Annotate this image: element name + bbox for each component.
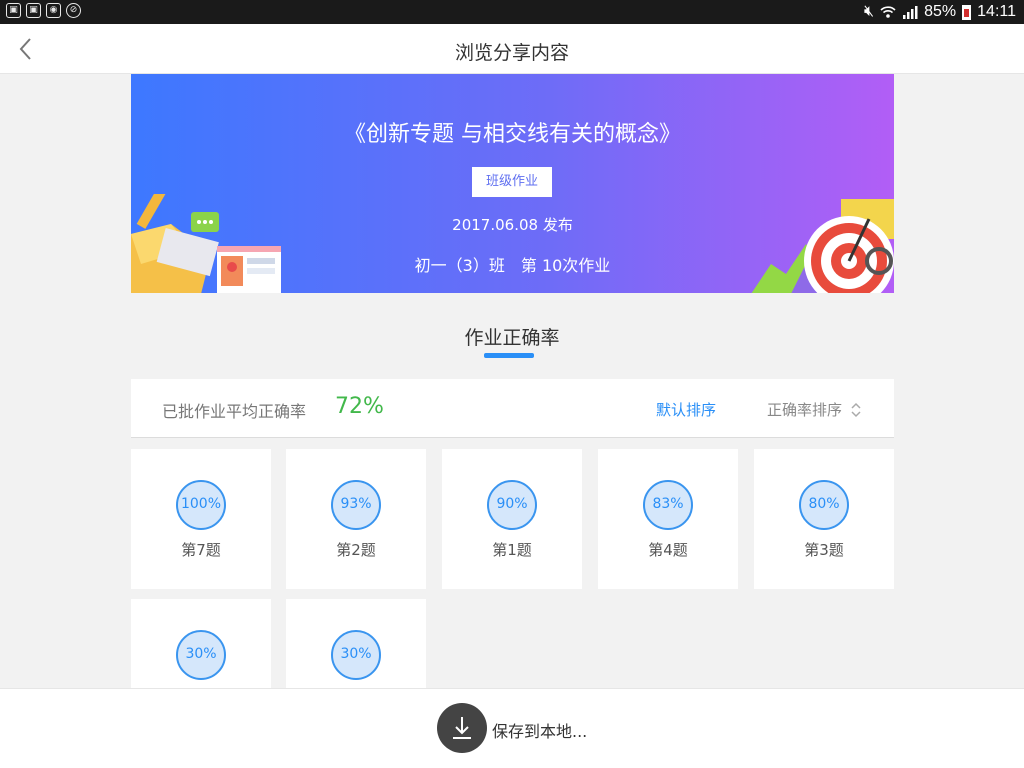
accuracy-circle: 100% bbox=[176, 480, 226, 530]
section-underline bbox=[484, 353, 534, 358]
question-card[interactable]: 80% 第3题 bbox=[754, 449, 894, 589]
accuracy-circle: 30% bbox=[331, 630, 381, 680]
question-label: 第2题 bbox=[336, 541, 376, 559]
gallery-icon: ▣ bbox=[26, 3, 41, 18]
summary-bar: 已批作业平均正确率 72% 默认排序 正确率排序 bbox=[131, 379, 894, 438]
status-time: 14:11 bbox=[977, 3, 1016, 20]
app-header: 浏览分享内容 bbox=[0, 24, 1024, 74]
blocked-icon: ⊘ bbox=[66, 3, 81, 18]
question-label: 第4题 bbox=[648, 541, 688, 559]
save-button[interactable] bbox=[437, 703, 487, 753]
accuracy-circle: 83% bbox=[643, 480, 693, 530]
download-icon bbox=[453, 717, 471, 739]
question-label: 第7题 bbox=[181, 541, 221, 559]
gallery-icon: ▣ bbox=[6, 3, 21, 18]
average-accuracy-label: 已批作业平均正确率 bbox=[162, 402, 307, 421]
question-card[interactable]: 93% 第2题 bbox=[286, 449, 426, 589]
accuracy-circle: 30% bbox=[176, 630, 226, 680]
question-card[interactable]: 100% 第7题 bbox=[131, 449, 271, 589]
assignment-title: 《创新专题 与相交线有关的概念》 bbox=[344, 122, 681, 147]
mute-icon: 🔇︎ bbox=[864, 3, 875, 20]
question-card[interactable]: 90% 第1题 bbox=[442, 449, 582, 589]
page-title: 浏览分享内容 bbox=[454, 42, 569, 64]
assignment-tag: 班级作业 bbox=[472, 167, 552, 197]
wifi-icon bbox=[880, 6, 896, 18]
save-label[interactable]: 保存到本地... bbox=[492, 718, 587, 742]
sort-default-button[interactable]: 默认排序 bbox=[656, 399, 716, 420]
battery-percent: 85% bbox=[924, 3, 957, 20]
battery-icon bbox=[962, 4, 972, 20]
banner-illustration-left bbox=[131, 194, 281, 293]
question-label: 第1题 bbox=[492, 541, 532, 559]
accuracy-circle: 80% bbox=[799, 480, 849, 530]
status-bar: ▣ ▣ ◉ ⊘ 🔇︎ 85% 14:11 bbox=[0, 0, 1024, 24]
status-right-icons: 🔇︎ 85% 14:11 bbox=[864, 2, 1016, 22]
bottom-save-bar: 保存到本地... bbox=[0, 688, 1024, 768]
sort-by-rate-button[interactable]: 正确率排序 bbox=[767, 399, 842, 420]
signal-icon bbox=[903, 6, 918, 19]
status-left-icons: ▣ ▣ ◉ ⊘ bbox=[6, 3, 81, 18]
question-card[interactable]: 83% 第4题 bbox=[598, 449, 738, 589]
question-label: 第3题 bbox=[804, 541, 844, 559]
sort-updown-icon[interactable] bbox=[849, 401, 863, 419]
accuracy-circle: 90% bbox=[487, 480, 537, 530]
accuracy-circle: 93% bbox=[331, 480, 381, 530]
banner-illustration-right bbox=[751, 199, 894, 293]
android-icon: ◉ bbox=[46, 3, 61, 18]
assignment-banner: 《创新专题 与相交线有关的概念》 班级作业 2017.06.08 发布 初一（3… bbox=[131, 74, 894, 293]
average-accuracy-value: 72% bbox=[335, 394, 384, 419]
section-title: 作业正确率 bbox=[464, 327, 560, 349]
